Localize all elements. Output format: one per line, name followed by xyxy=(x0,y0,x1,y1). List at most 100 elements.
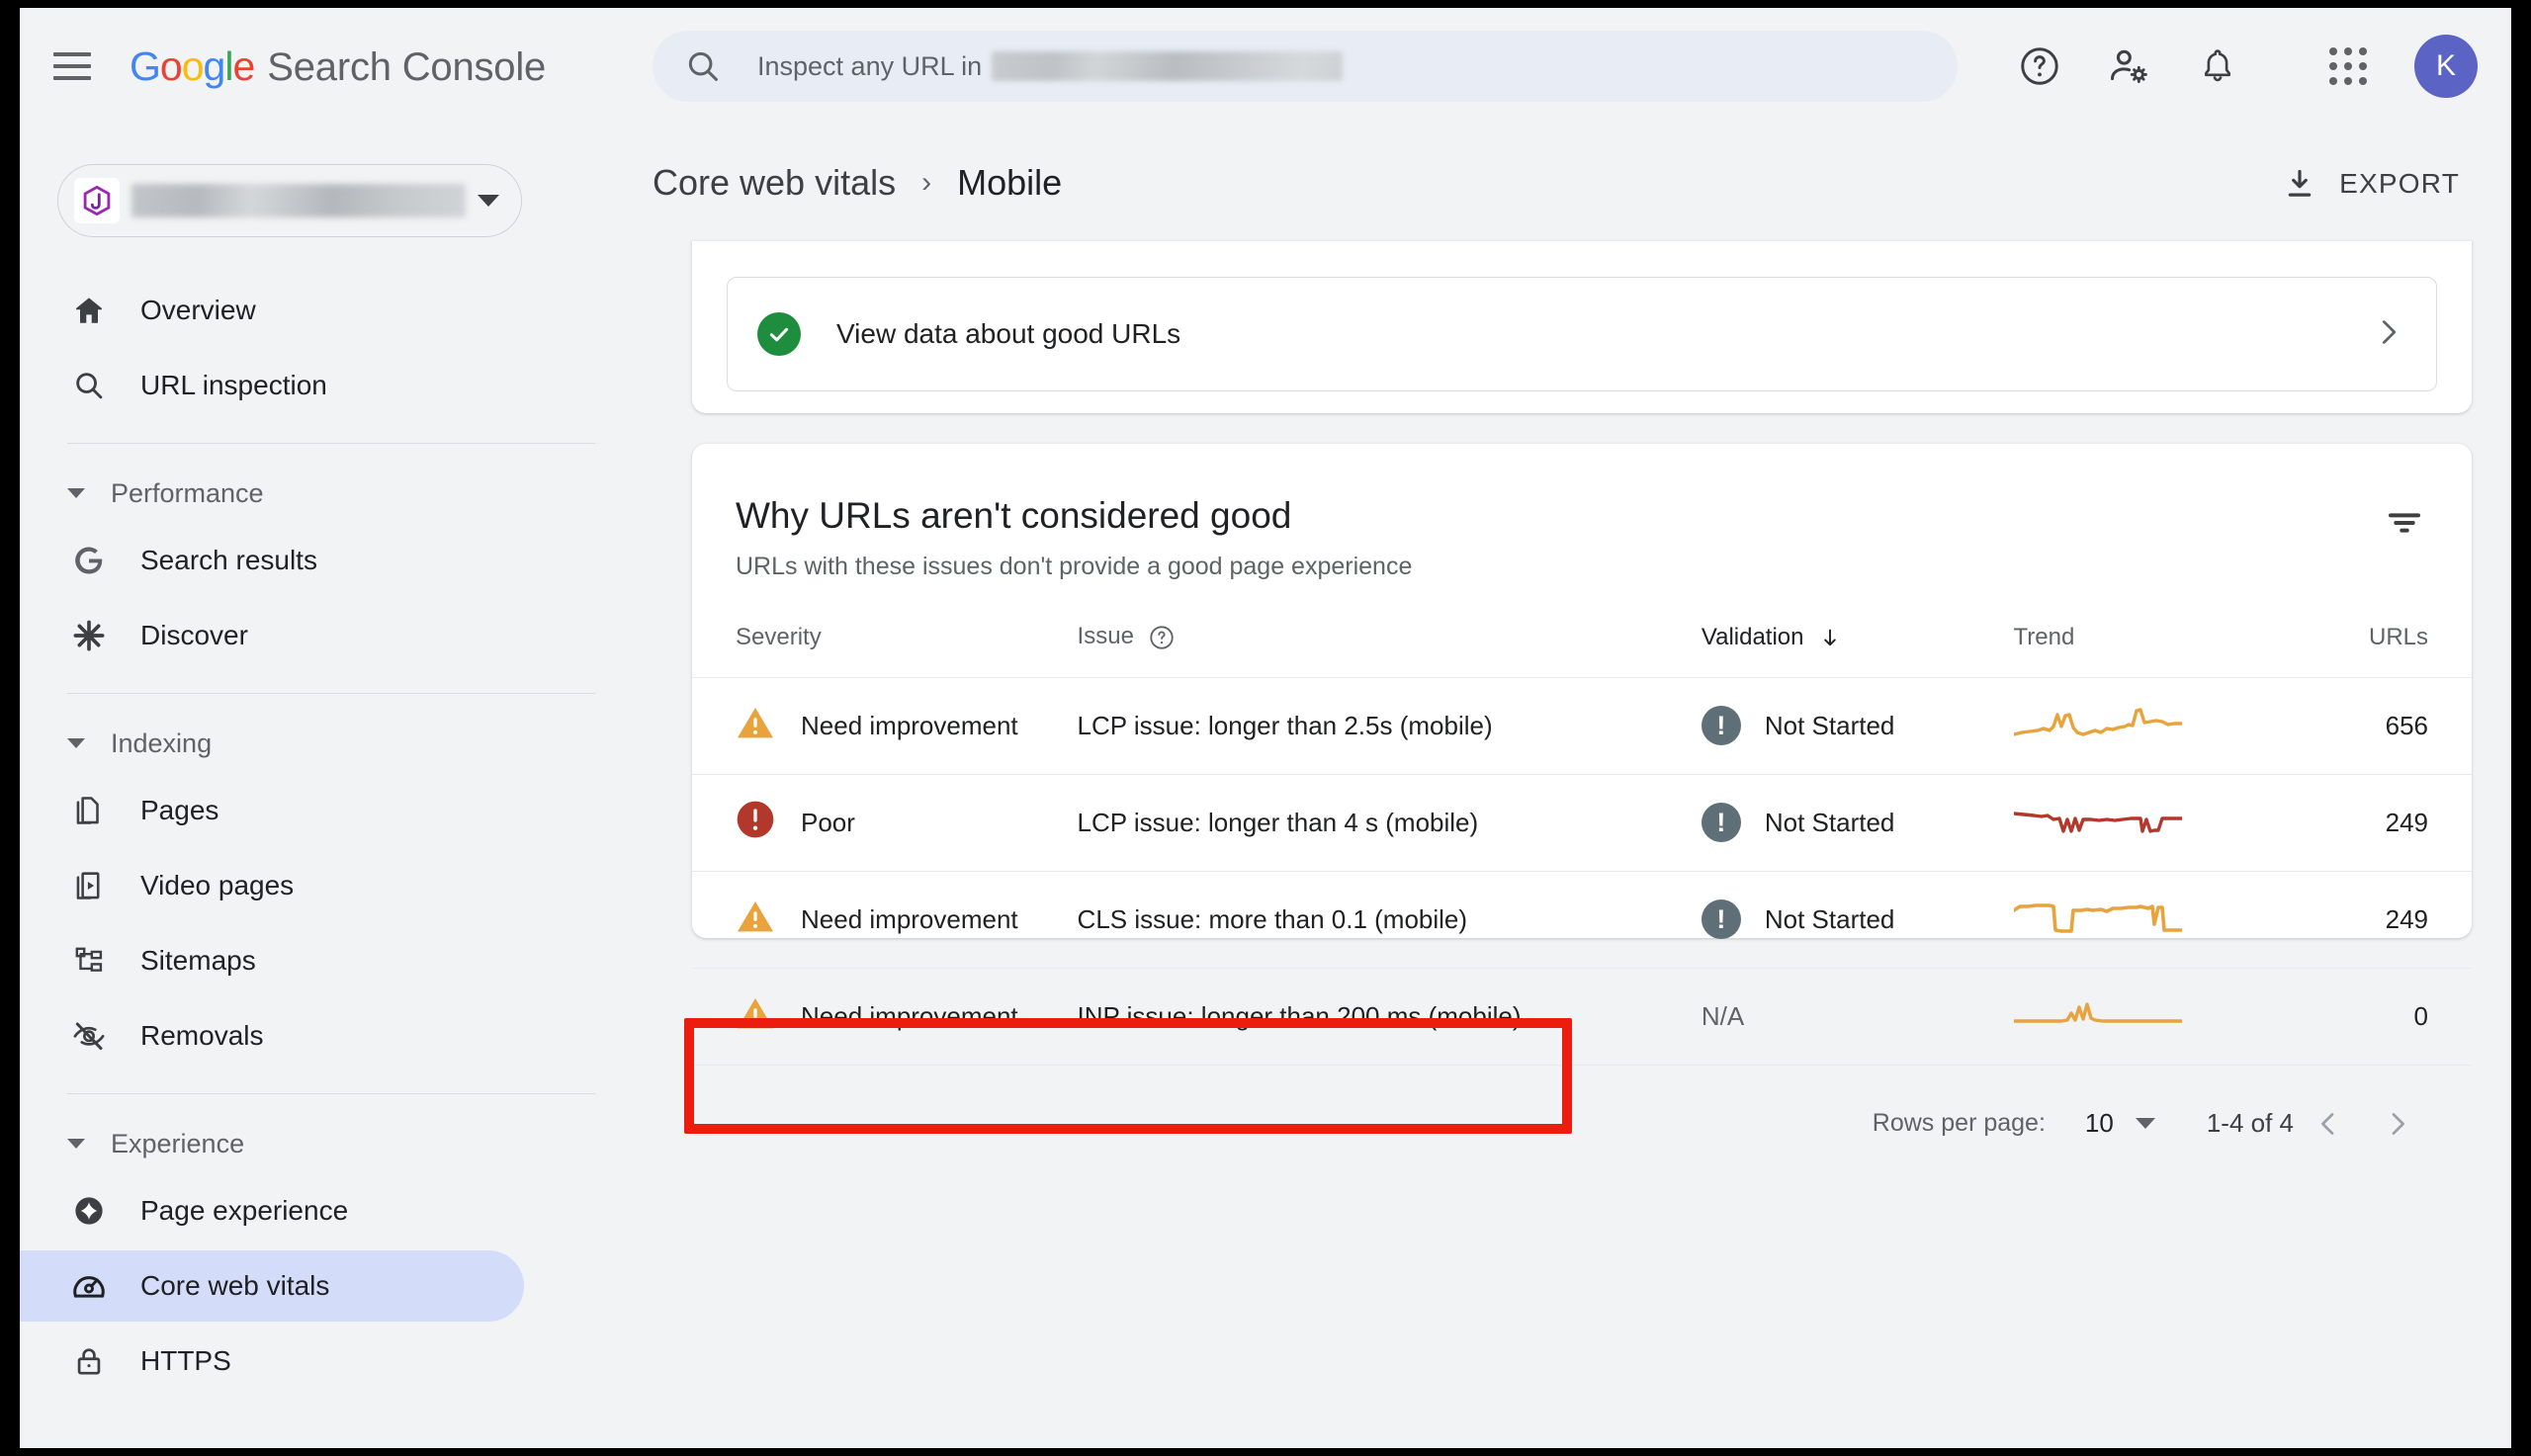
column-header-urls[interactable]: URLs xyxy=(2299,623,2472,677)
sidebar-item-https[interactable]: HTTPS xyxy=(20,1326,653,1397)
column-header-trend[interactable]: Trend xyxy=(2014,623,2300,677)
error-circle-icon xyxy=(736,800,775,846)
app-window: Google Search Console Inspect any URL in xyxy=(20,8,2511,1448)
chevron-down-icon[interactable] xyxy=(2135,1118,2155,1130)
issue-label: CLS issue: more than 0.1 (mobile) xyxy=(1077,870,1702,969)
search-icon xyxy=(67,369,111,402)
rows-per-page-value[interactable]: 10 xyxy=(2085,1108,2114,1139)
export-button[interactable]: EXPORT xyxy=(2268,152,2474,215)
next-page-button[interactable] xyxy=(2363,1089,2432,1158)
table-row[interactable]: Poor LCP issue: longer than 4 s (mobile)… xyxy=(692,773,2472,872)
sidebar-item-url-inspection[interactable]: URL inspection xyxy=(20,350,653,421)
help-icon[interactable] xyxy=(1148,623,1176,651)
search-icon xyxy=(688,51,718,81)
page-title: Why URLs aren't considered good xyxy=(736,495,1292,536)
urls-count: 0 xyxy=(2299,967,2472,1066)
scroll-area[interactable]: View data about good URLs Why URLs aren'… xyxy=(653,241,2511,1448)
chevron-left-icon xyxy=(2321,1112,2334,1135)
sidebar-item-sitemaps[interactable]: Sitemaps xyxy=(20,925,653,996)
filter-icon[interactable] xyxy=(2367,485,2442,560)
chevron-right-icon[interactable] xyxy=(2371,315,2404,354)
urls-count: 249 xyxy=(2299,773,2472,872)
asterisk-icon xyxy=(67,617,111,654)
table-row[interactable]: Need improvement INP issue: longer than … xyxy=(692,967,2472,1066)
sidebar-group-experience[interactable]: Experience xyxy=(20,1116,653,1171)
app-title: Google Search Console xyxy=(130,43,546,90)
property-name-redacted xyxy=(131,184,466,217)
breadcrumb-bar: Core web vitals › Mobile EXPORT xyxy=(653,125,2511,241)
prev-page-button[interactable] xyxy=(2294,1089,2363,1158)
sidebar-item-label: Search results xyxy=(140,545,317,575)
page-range-label: 1-4 of 4 xyxy=(2206,1108,2294,1139)
export-label: EXPORT xyxy=(2339,168,2460,199)
chevron-down-icon xyxy=(67,488,85,498)
issues-table: Severity Issue Validation Trend URLs Nee… xyxy=(692,623,2472,1066)
severity-label: Need improvement xyxy=(801,710,1018,740)
sidebar-item-core-web-vitals[interactable]: Core web vitals xyxy=(20,1250,524,1322)
sidebar-group-label: Performance xyxy=(111,477,264,508)
issue-label: LCP issue: longer than 2.5s (mobile) xyxy=(1077,676,1702,775)
pages-icon xyxy=(67,794,111,827)
table-row[interactable]: Need improvement CLS issue: more than 0.… xyxy=(692,870,2472,969)
view-good-urls-row[interactable]: View data about good URLs xyxy=(727,277,2437,391)
sidebar-item-label: HTTPS xyxy=(140,1345,231,1376)
column-header-issue-label: Issue xyxy=(1077,623,1134,650)
severity-label: Need improvement xyxy=(801,903,1018,934)
property-selector[interactable] xyxy=(57,164,522,237)
sidebar-item-label: Video pages xyxy=(140,870,295,900)
user-settings-icon[interactable] xyxy=(2084,22,2173,111)
sort-descending-icon xyxy=(1818,624,1842,651)
sidebar-item-video-pages[interactable]: Video pages xyxy=(20,850,653,921)
issue-label: LCP issue: longer than 4 s (mobile) xyxy=(1077,773,1702,872)
main-content: Core web vitals › Mobile EXPORT View dat… xyxy=(653,125,2511,1448)
sidebar-item-label: Sitemaps xyxy=(140,945,256,976)
sidebar-item-label: Core web vitals xyxy=(140,1270,330,1301)
help-icon[interactable] xyxy=(1995,22,2084,111)
top-bar: Google Search Console Inspect any URL in xyxy=(20,8,2511,125)
chevron-right-icon xyxy=(2392,1112,2404,1135)
search-placeholder: Inspect any URL in xyxy=(757,51,1344,82)
sidebar-item-discover[interactable]: Discover xyxy=(20,600,653,671)
chevron-down-icon[interactable] xyxy=(478,195,499,207)
column-header-validation[interactable]: Validation xyxy=(1702,623,2014,677)
google-logo: Google xyxy=(130,43,255,89)
table-row[interactable]: Need improvement LCP issue: longer than … xyxy=(692,676,2472,775)
sidebar-group-performance[interactable]: Performance xyxy=(20,466,653,521)
sidebar-item-pages[interactable]: Pages xyxy=(20,775,653,846)
urls-count: 249 xyxy=(2299,870,2472,969)
column-header-severity[interactable]: Severity xyxy=(692,623,1078,677)
apps-grid-icon[interactable] xyxy=(2304,22,2393,111)
trend-sparkline xyxy=(2011,811,2184,847)
good-urls-card: View data about good URLs xyxy=(692,241,2472,413)
breadcrumb-parent[interactable]: Core web vitals xyxy=(653,162,896,204)
severity-label: Poor xyxy=(801,807,855,837)
breadcrumb-separator-icon: › xyxy=(921,166,932,199)
column-header-validation-label: Validation xyxy=(1701,623,1804,650)
sidebar-group-indexing[interactable]: Indexing xyxy=(20,716,653,771)
sidebar: Overview URL inspection Performance Sear… xyxy=(20,125,653,1448)
download-icon xyxy=(2288,169,2312,197)
column-header-issue[interactable]: Issue xyxy=(1078,623,1702,677)
trend-sparkline xyxy=(2011,1002,2184,1041)
hamburger-menu-icon[interactable] xyxy=(44,39,100,94)
bell-icon[interactable] xyxy=(2173,22,2262,111)
sidebar-item-page-experience[interactable]: Page experience xyxy=(20,1175,653,1246)
eye-off-icon xyxy=(67,1018,111,1054)
redacted-domain xyxy=(992,51,1344,81)
sidebar-nav: Overview URL inspection Performance Sear… xyxy=(20,275,653,1397)
validation-status-icon: ! xyxy=(1701,803,1741,843)
sidebar-item-overview[interactable]: Overview xyxy=(20,275,653,346)
good-urls-label: View data about good URLs xyxy=(836,318,1181,349)
validation-label: N/A xyxy=(1701,1000,1745,1031)
warning-triangle-icon xyxy=(736,995,775,1038)
avatar[interactable]: K xyxy=(2414,35,2478,98)
warning-triangle-icon xyxy=(736,899,775,941)
sidebar-item-label: Overview xyxy=(140,295,256,325)
sidebar-item-search-results[interactable]: Search results xyxy=(20,525,653,596)
app-title-rest: Search Console xyxy=(267,44,547,89)
page-experience-icon xyxy=(67,1192,111,1230)
search-input[interactable]: Inspect any URL in xyxy=(653,31,1958,102)
sidebar-item-removals[interactable]: Removals xyxy=(20,1000,653,1071)
speedometer-icon xyxy=(67,1267,111,1305)
severity-label: Need improvement xyxy=(801,1000,1018,1031)
